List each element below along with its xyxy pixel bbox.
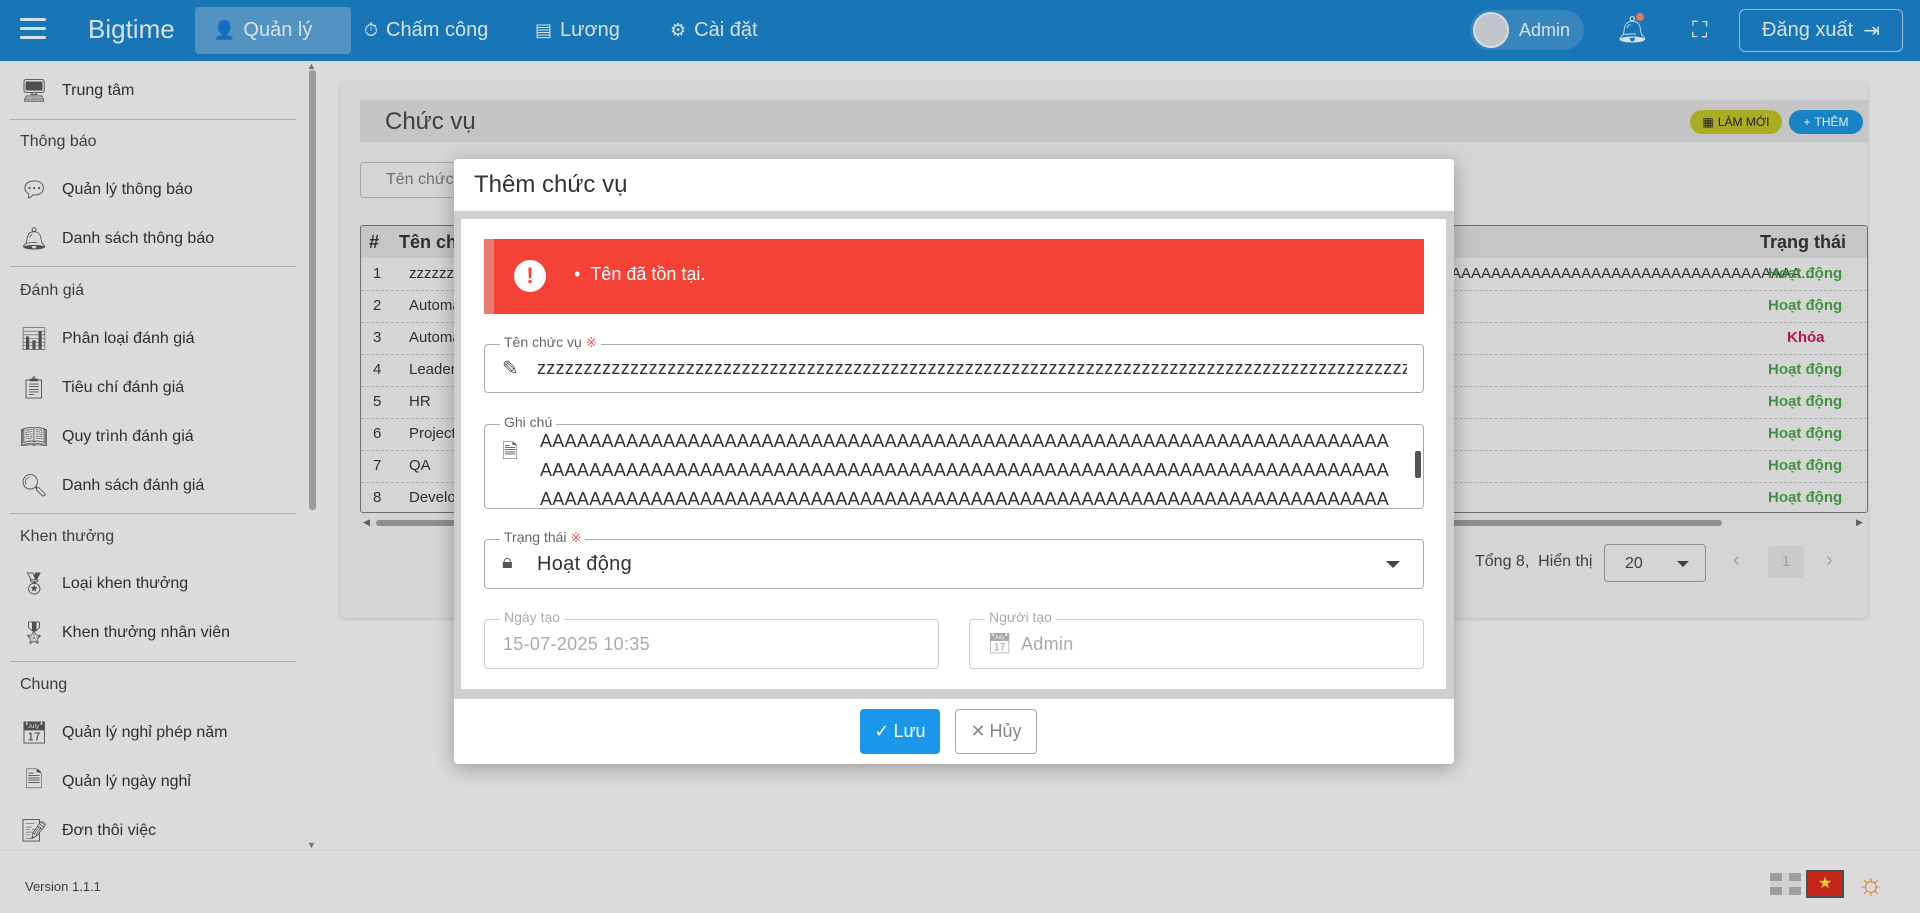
status-label: Trạng thái ※	[500, 529, 586, 546]
error-message: Tên đã tồn tại.	[574, 264, 705, 285]
position-name-input[interactable]: zzzzzzzzzzzzzzzzzzzzzzzzzzzzzzzzzzzzzzzz…	[537, 358, 1407, 379]
creator-label: Người tạo	[985, 609, 1056, 625]
edit-icon: ✎	[502, 358, 519, 380]
cancel-button[interactable]: ✕ Hủy	[955, 709, 1037, 754]
calendar-user-icon: 📅︎	[987, 633, 1013, 655]
note-scrollbar[interactable]	[1415, 451, 1421, 478]
created-date-label: Ngày tạo	[500, 609, 565, 625]
position-name-label: Tên chức vụ ※	[500, 334, 601, 351]
save-button[interactable]: ✓ Lưu	[860, 709, 940, 754]
dialog-title: Thêm chức vụ	[474, 171, 628, 198]
note-textarea[interactable]: AAAAAAAAAAAAAAAAAAAAAAAAAAAAAAAAAAAAAAAA…	[540, 427, 1390, 507]
alert-exclamation-icon: !	[514, 260, 546, 292]
creator-value: Admin	[1021, 634, 1074, 654]
check-icon: ✓	[874, 721, 890, 741]
note-doc-icon: 🗎	[502, 441, 519, 463]
created-date-value: 15-07-2025 10:35	[503, 634, 650, 654]
alert-accent	[484, 239, 494, 314]
close-icon: ✕	[970, 721, 986, 741]
status-value: Hoạt động	[537, 553, 632, 575]
lock-doc-icon: 🔒︎	[502, 551, 513, 573]
chevron-down-icon[interactable]	[1386, 561, 1400, 568]
